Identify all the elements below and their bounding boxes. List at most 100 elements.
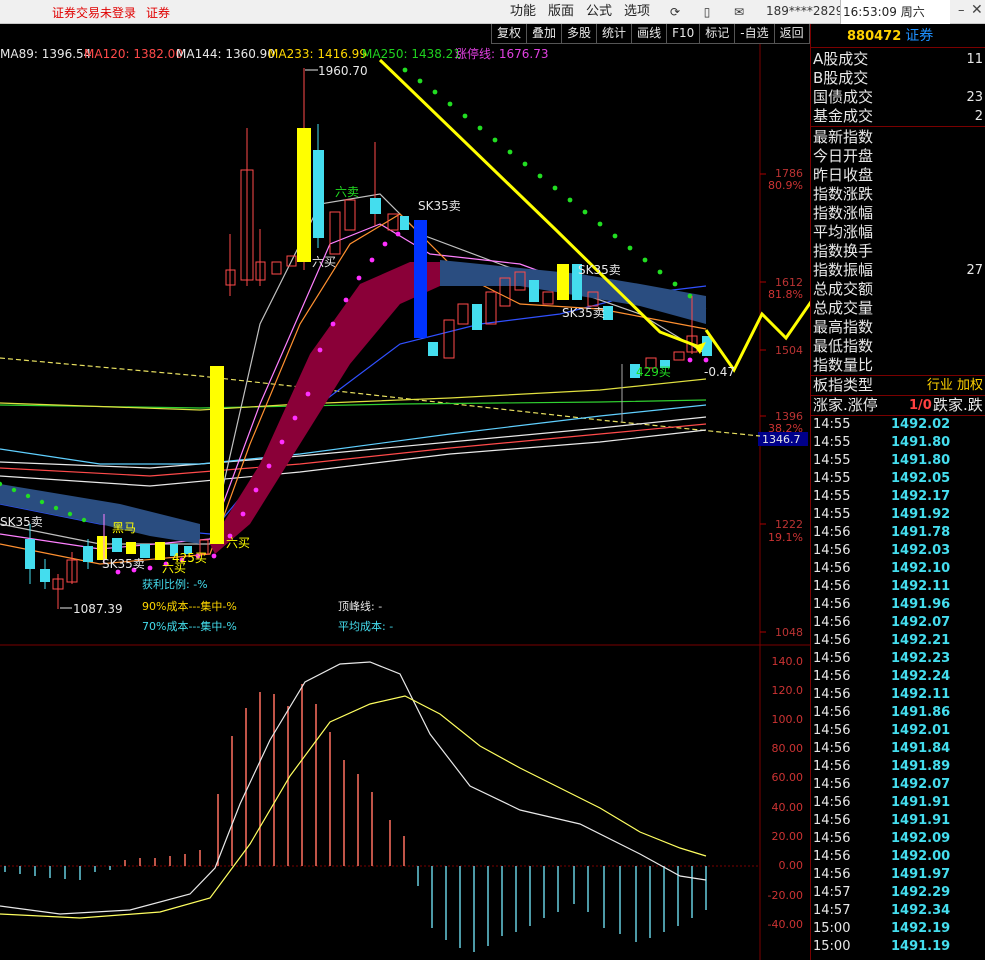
tick-time: 14:55	[813, 507, 851, 522]
tick-price: 1492.11	[891, 687, 951, 702]
tick-row: 14:56 1492.07	[811, 776, 985, 794]
price-pct: 19.1%	[768, 531, 803, 544]
tick-time: 14:56	[813, 525, 851, 540]
quote-row: 指数换手	[813, 242, 874, 260]
tick-price: 1492.02	[891, 417, 951, 432]
tick-price: 1492.07	[891, 615, 951, 630]
signal-label: SK35卖	[418, 199, 461, 213]
tick-time: 14:56	[813, 669, 851, 684]
price-pct: 80.9%	[768, 179, 803, 192]
macd-tick: 40.00	[772, 801, 804, 814]
refresh-icon[interactable]: ⟳	[668, 5, 682, 19]
index-header[interactable]: 880472 证券	[811, 24, 985, 48]
tick-time: 14:56	[813, 615, 851, 630]
minimize-icon[interactable]: –	[958, 3, 965, 18]
quote-row: 总成交额	[813, 280, 874, 298]
tick-row: 14:56 1492.11	[811, 578, 985, 596]
tick-row: 14:56 1492.11	[811, 686, 985, 704]
macd-tick: 60.00	[772, 771, 804, 784]
tick-row: 14:56 1492.03	[811, 542, 985, 560]
tick-time: 14:56	[813, 687, 851, 702]
tick-list[interactable]: 14:55 1492.02 14:55 1491.80 14:55 1491.80 14:5…	[811, 415, 985, 956]
menu-formula[interactable]: 公式	[580, 0, 618, 24]
tick-price: 1491.80	[891, 435, 951, 450]
tick-row: 15:00 1492.19	[811, 920, 985, 938]
ma120-legend: MA120: 1382.00	[84, 47, 183, 61]
tick-price: 1491.78	[891, 525, 951, 540]
ma250-legend: MA250: 1438.21	[362, 47, 461, 61]
quote-row: 指数涨幅	[813, 204, 874, 222]
tick-price: 1492.05	[891, 471, 951, 486]
tick-time: 14:56	[813, 849, 851, 864]
tick-row: 14:56 1491.91	[811, 812, 985, 830]
ma89-legend: MA89: 1396.54	[0, 47, 91, 61]
kline-chart[interactable]: MA89: 1396.54 MA120: 1382.00 MA144: 1360…	[0, 24, 810, 960]
macd-tick: -40.00	[768, 918, 803, 931]
tick-time: 14:56	[813, 867, 851, 882]
avg-cost: 平均成本: -	[338, 619, 393, 633]
tick-time: 14:55	[813, 489, 851, 504]
ma233-legend: MA233: 1416.99	[268, 47, 367, 61]
price-level: 1222	[775, 518, 803, 531]
user-account[interactable]: 189****2829	[766, 4, 843, 18]
tick-price: 1491.96	[891, 597, 951, 612]
quote-panel: 880472 证券 A股成交 11 B股成交 国债成交 23 基金成交 2 最新指数 今…	[810, 24, 985, 960]
signal-label: -0.47	[704, 365, 735, 379]
macd-tick: 80.00	[772, 742, 804, 755]
macd-tick: 0.00	[779, 859, 804, 872]
tick-row: 14:56 1492.23	[811, 650, 985, 668]
macd-tick: -20.00	[768, 889, 803, 902]
tick-row: 14:55 1491.92	[811, 506, 985, 524]
quote-row: 指数振幅 27	[813, 261, 983, 279]
quote-row: 基金成交 2	[813, 107, 983, 125]
mail-icon[interactable]: ✉	[732, 5, 746, 19]
tick-time: 14:55	[813, 471, 851, 486]
close-icon[interactable]: ✕	[971, 2, 983, 18]
profit-ratio: 获利比例: -%	[142, 577, 208, 591]
signal-label: 六买	[312, 255, 336, 269]
tick-row: 15:00 1491.19	[811, 938, 985, 956]
tick-row: 14:55 1492.05	[811, 470, 985, 488]
tick-time: 14:56	[813, 561, 851, 576]
ma120-line	[0, 423, 707, 477]
quote-row: 今日开盘	[813, 147, 874, 165]
tick-time: 14:56	[813, 795, 851, 810]
menu-options[interactable]: 选项	[618, 0, 656, 24]
tick-time: 14:57	[813, 885, 851, 900]
price-pct: 81.8%	[768, 288, 803, 301]
signal-label: 黑马	[112, 521, 136, 535]
title-bar: 证券交易未登录 证券 功能 版面 公式 选项 ⟳ ▯ ✉ 189****2829…	[0, 0, 985, 24]
broker-label[interactable]: 证券	[146, 4, 170, 21]
tick-price: 1491.19	[891, 939, 951, 954]
tick-time: 14:56	[813, 597, 851, 612]
menu-layout[interactable]: 版面	[542, 0, 580, 24]
high-label: 1960.70	[318, 64, 368, 78]
tick-row: 14:56 1492.09	[811, 830, 985, 848]
tick-time: 14:56	[813, 723, 851, 738]
signal-label: SK35卖	[562, 306, 605, 320]
phone-icon[interactable]: ▯	[700, 5, 714, 19]
index-name: 证券	[905, 28, 934, 44]
tick-row: 14:55 1492.17	[811, 488, 985, 506]
quote-row: 指数涨跌	[813, 185, 874, 203]
macd-tick: 20.00	[772, 830, 804, 843]
tick-time: 14:56	[813, 741, 851, 756]
tick-row: 14:56 1492.01	[811, 722, 985, 740]
price-level: 1504	[775, 344, 803, 357]
quote-row: 最高指数	[813, 318, 874, 336]
signal-label: 六买	[226, 536, 250, 550]
tick-row: 14:56 1491.86	[811, 704, 985, 722]
current-price: 1346.7	[762, 433, 801, 446]
signal-label: 六卖	[335, 185, 359, 199]
tick-row: 14:56 1492.00	[811, 848, 985, 866]
peak-line: 顶峰线: -	[338, 599, 382, 613]
tick-row: 14:56 1492.07	[811, 614, 985, 632]
chip-stats: 获利比例: -% 90%成本---集中-% 70%成本---集中-% 顶峰线: …	[142, 577, 393, 633]
quote-row: 国债成交 23	[813, 88, 983, 106]
login-status[interactable]: 证券交易未登录	[52, 4, 136, 21]
tick-price: 1492.00	[891, 849, 951, 864]
signal-label: SK35卖	[0, 515, 43, 529]
tick-row: 14:57 1492.29	[811, 884, 985, 902]
tick-time: 15:00	[813, 921, 851, 936]
menu-function[interactable]: 功能	[504, 0, 542, 24]
